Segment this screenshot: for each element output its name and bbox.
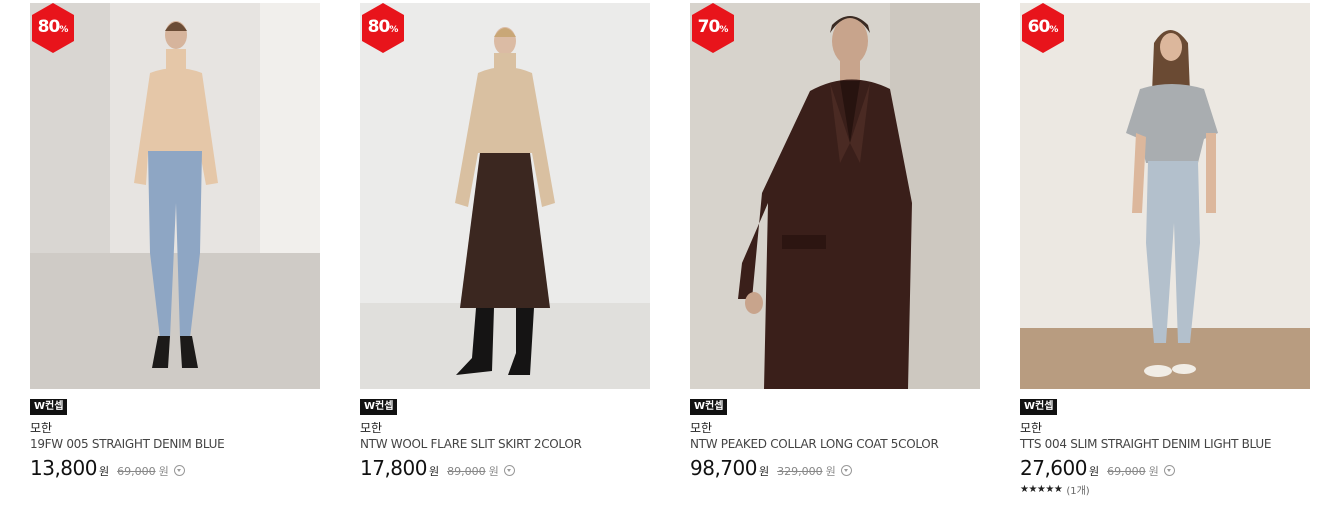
original-price-unit: 원: [825, 465, 836, 478]
sale-price: 27,600: [1020, 456, 1087, 480]
brand-name[interactable]: 모한: [1020, 420, 1310, 436]
price-info-icon[interactable]: [173, 465, 185, 476]
product-card[interactable]: 60% W컨셉 모한 TTS 004 SLIM STRAIGHT DENIM L…: [1020, 3, 1310, 497]
brand-tag: W컨셉: [360, 399, 398, 415]
brand-tag: W컨셉: [690, 399, 728, 415]
price-row: 17,800 원 89,000 원: [360, 456, 650, 482]
brand-tag: W컨셉: [1020, 399, 1058, 415]
product-card[interactable]: 80% W컨셉 모한 19FW 005 STRAIGHT DENIM BLUE …: [30, 3, 320, 482]
discount-value: 80: [37, 17, 61, 37]
product-name[interactable]: NTW PEAKED COLLAR LONG COAT 5COLOR: [690, 436, 980, 452]
brand-name[interactable]: 모한: [690, 420, 980, 436]
discount-badge: 80%: [30, 3, 76, 53]
discount-badge: 60%: [1020, 3, 1066, 53]
product-card[interactable]: 70% W컨셉 모한 NTW PEAKED COLLAR LONG COAT 5…: [690, 3, 980, 482]
product-image[interactable]: 60%: [1020, 3, 1310, 389]
discount-value: 80: [367, 17, 391, 37]
review-summary[interactable]: ★★★★★ (1개): [1020, 482, 1310, 497]
product-name[interactable]: TTS 004 SLIM STRAIGHT DENIM LIGHT BLUE: [1020, 436, 1310, 452]
sale-price: 17,800: [360, 456, 427, 480]
discount-value: 70: [697, 17, 721, 37]
product-image[interactable]: 80%: [360, 3, 650, 389]
discount-unit: %: [719, 25, 729, 35]
product-name[interactable]: 19FW 005 STRAIGHT DENIM BLUE: [30, 436, 320, 452]
original-price-unit: 원: [158, 465, 169, 478]
original-price: 89,000: [447, 465, 486, 478]
price-row: 98,700 원 329,000 원: [690, 456, 980, 482]
price-info-icon[interactable]: [503, 465, 515, 476]
discount-unit: %: [389, 25, 399, 35]
review-count: (1개): [1066, 486, 1090, 497]
brand-tag: W컨셉: [30, 399, 68, 415]
price-row: 27,600 원 69,000 원: [1020, 456, 1310, 482]
sale-price: 13,800: [30, 456, 97, 480]
rating-stars: ★★★★★: [1020, 484, 1063, 495]
discount-badge: 80%: [360, 3, 406, 53]
brand-name[interactable]: 모한: [30, 420, 320, 436]
discount-value: 60: [1027, 17, 1051, 37]
price-info-icon[interactable]: [840, 465, 852, 476]
price-info-icon[interactable]: [1163, 465, 1175, 476]
original-price: 69,000: [117, 465, 156, 478]
price-unit: 원: [98, 465, 110, 478]
original-price-unit: 원: [1148, 465, 1159, 478]
price-unit: 원: [428, 465, 440, 478]
brand-name[interactable]: 모한: [360, 420, 650, 436]
original-price: 329,000: [777, 465, 823, 478]
sale-price: 98,700: [690, 456, 757, 480]
original-price-unit: 원: [488, 465, 499, 478]
product-image[interactable]: 70%: [690, 3, 980, 389]
original-price: 69,000: [1107, 465, 1146, 478]
discount-unit: %: [1049, 25, 1059, 35]
discount-badge: 70%: [690, 3, 736, 53]
price-row: 13,800 원 69,000 원: [30, 456, 320, 482]
product-grid: 80% W컨셉 모한 19FW 005 STRAIGHT DENIM BLUE …: [0, 0, 1317, 507]
product-card[interactable]: 80% W컨셉 모한 NTW WOOL FLARE SLIT SKIRT 2CO…: [360, 3, 650, 482]
product-name[interactable]: NTW WOOL FLARE SLIT SKIRT 2COLOR: [360, 436, 650, 452]
price-unit: 원: [1088, 465, 1100, 478]
product-image[interactable]: 80%: [30, 3, 320, 389]
price-unit: 원: [758, 465, 770, 478]
discount-unit: %: [59, 25, 69, 35]
